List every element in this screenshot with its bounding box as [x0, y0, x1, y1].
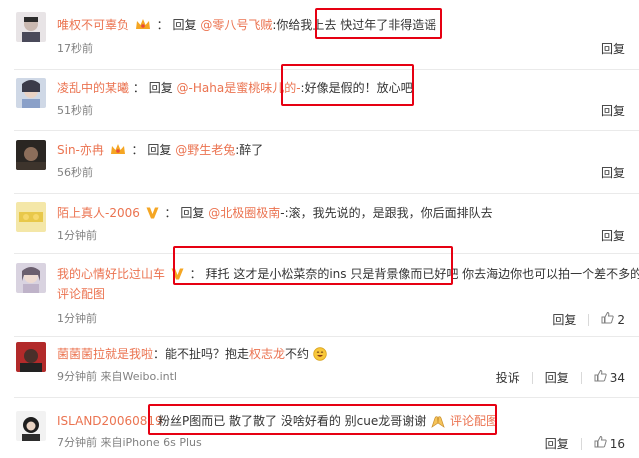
reply-button[interactable]: 回复 [601, 228, 625, 244]
highlight-box [148, 404, 497, 435]
username-link[interactable]: 我的心情好比过山车 [57, 267, 165, 281]
avatar[interactable] [16, 202, 46, 232]
username-link[interactable]: ISLAND20060819 [57, 414, 163, 428]
like-button[interactable]: 34 [594, 369, 625, 386]
timestamp: 17秒前 [57, 42, 93, 55]
highlight-box [281, 64, 414, 106]
separator [580, 437, 582, 450]
mention-link[interactable]: @野生老兔 [175, 143, 235, 157]
reply-button[interactable]: 回复 [601, 103, 625, 119]
comment-image-link[interactable]: 评论配图 [57, 287, 105, 301]
like-button[interactable]: 2 [601, 311, 625, 328]
avatar[interactable] [16, 342, 46, 372]
reply-button[interactable]: 回复 [545, 370, 569, 386]
separator [580, 371, 582, 384]
mention-link[interactable]: @北极圈极南 [208, 206, 280, 220]
crown-icon [110, 143, 126, 160]
like-count: 16 [609, 436, 625, 451]
timestamp: 9分钟前 来自Weibo.intl [57, 370, 177, 383]
username-link[interactable]: 菌菌菌拉就是我啦 [57, 347, 153, 361]
like-button[interactable]: 16 [594, 435, 625, 452]
timestamp: 1分钟前 [57, 312, 97, 325]
separator [531, 371, 533, 384]
timestamp: 56秒前 [57, 166, 93, 179]
reply-word: 回复 [148, 81, 173, 95]
username-link[interactable]: 陌上真人-2006 [57, 206, 140, 220]
comment-item: 菌菌菌拉就是我啦：能不扯吗？抱走权志龙不约 9分钟前 来自Weibo.intl … [0, 336, 639, 396]
reply-word: 回复 [172, 18, 197, 32]
comment-text: ：能不扯吗？抱走 [153, 347, 250, 361]
comment-text: :醉了 [235, 143, 264, 157]
smile-emoji-icon [313, 347, 327, 365]
like-count: 34 [609, 370, 625, 385]
timestamp: 7分钟前 来自iPhone 6s Plus [57, 436, 202, 449]
highlight-box [173, 246, 453, 285]
separator [588, 313, 590, 326]
reply-button[interactable]: 回复 [601, 165, 625, 181]
thumbs-up-icon [594, 435, 607, 452]
comment-text: 不约 [285, 347, 310, 361]
username-link[interactable]: 凌乱中的某曦 [57, 81, 129, 95]
comment-item: Sin-亦冉 ： 回复 @野生老兔:醉了 56秒前 回复 [0, 130, 639, 190]
reply-button[interactable]: 回复 [601, 41, 625, 57]
comment-item: 陌上真人-2006 ： 回复 @北极圈极南-:滚，我先说的，是跟我，你后面排队去… [0, 193, 639, 253]
report-button[interactable]: 投诉 [496, 370, 520, 386]
timestamp: 51秒前 [57, 104, 93, 117]
avatar[interactable] [16, 140, 46, 170]
reply-button[interactable]: 回复 [545, 436, 569, 452]
thumbs-up-icon [594, 369, 607, 386]
comment-text: -:滚，我先说的，是跟我，你后面排队去 [280, 206, 493, 220]
avatar[interactable] [16, 12, 46, 42]
timestamp: 1分钟前 [57, 229, 97, 242]
comment-item: 我的心情好比过山车 ： 拜托 这才是小松菜奈的ins 只是背景像而已好吧 你去海… [0, 246, 639, 333]
reply-word: 回复 [147, 143, 172, 157]
highlight-box [315, 8, 442, 39]
reply-word: 回复 [180, 206, 205, 220]
comment-text: 你去海边你也可以拍一个差不多的 [458, 267, 639, 281]
avatar[interactable] [16, 411, 46, 441]
comment-item: 凌乱中的某曦 ： 回复 @-Haha是蜜桃味儿的-:好像是假的！放心吧 51秒前… [0, 64, 639, 129]
mention-link[interactable]: @零八号飞贼 [200, 18, 272, 32]
thumbs-up-icon [601, 311, 615, 328]
avatar[interactable] [16, 78, 46, 108]
avatar[interactable] [16, 263, 46, 293]
username-link[interactable]: Sin-亦冉 [57, 143, 104, 157]
crown-icon [135, 18, 151, 35]
reply-button[interactable]: 回复 [552, 312, 576, 328]
comment-item: 唯权不可辜负 ： 回复 @零八号飞贼:你给我上去 快过年了非得造谣 17秒前 回… [0, 0, 639, 62]
username-link[interactable]: 唯权不可辜负 [57, 18, 129, 32]
like-count: 2 [617, 312, 625, 327]
comment-item: ISLAND20060819 粉丝P图而已 散了散了 没啥好看的 别cue龙哥谢… [0, 397, 639, 458]
v-icon [146, 207, 159, 223]
hashtag-link[interactable]: 权志龙 [249, 347, 285, 361]
